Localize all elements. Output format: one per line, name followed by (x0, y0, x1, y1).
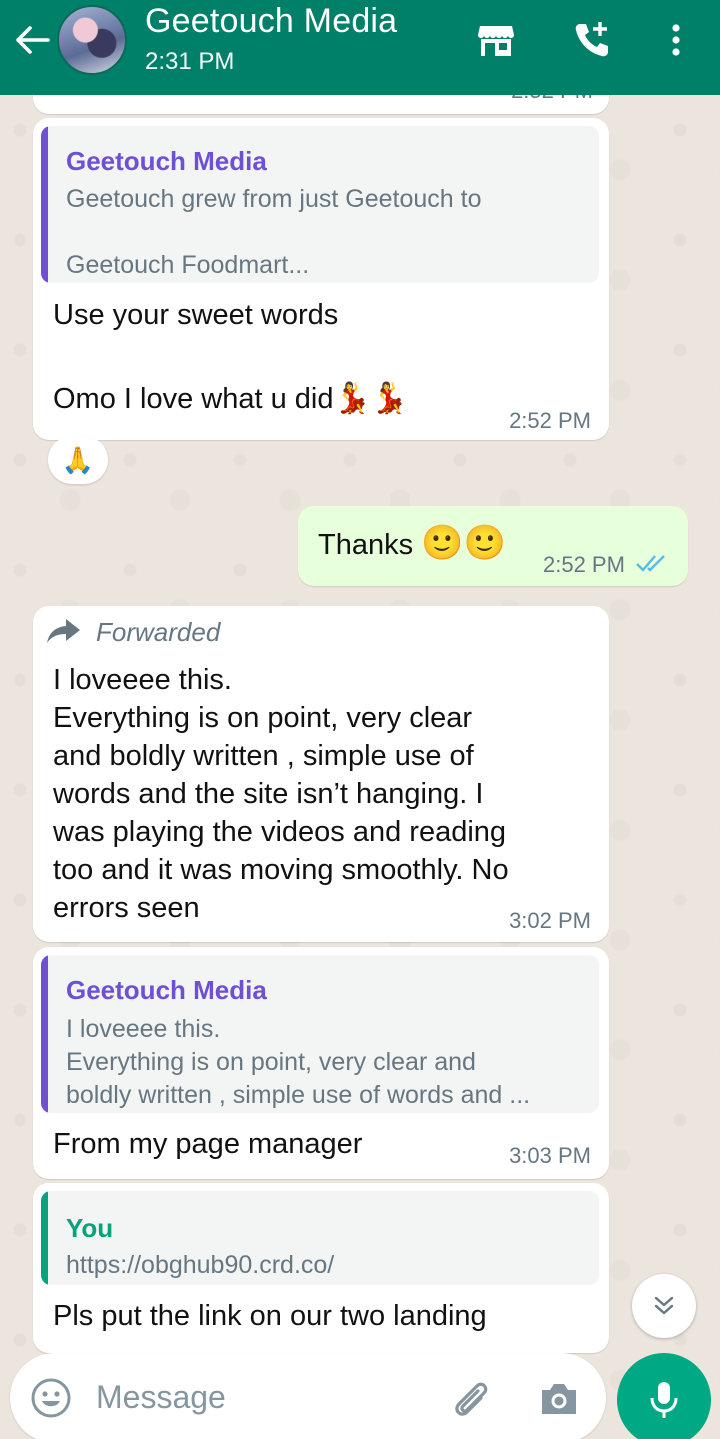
quote-accent-bar (41, 126, 48, 283)
quoted-message[interactable]: You https://obghub90.crd.co/ (41, 1191, 599, 1285)
contact-name[interactable]: Geetouch Media (145, 2, 397, 41)
chat-area[interactable]: 2:52 PM Geetouch Media Geetouch grew fro… (0, 0, 720, 1439)
message-bubble-incoming[interactable]: You https://obghub90.crd.co/ Pls put the… (33, 1183, 609, 1353)
quote-accent-bar (41, 1191, 48, 1285)
forward-arrow-icon (46, 616, 82, 646)
mic-button[interactable] (617, 1353, 711, 1439)
double-check-icon (635, 552, 669, 574)
quote-link[interactable]: https://obghub90.crd.co/ (66, 1249, 334, 1282)
message-text-line: Thanks (318, 529, 414, 561)
message-bubble-incoming[interactable]: Geetouch Media Geetouch grew from just G… (33, 118, 609, 440)
forwarded-text: Forwarded (96, 617, 221, 647)
message-text: Omo I love what u did💃💃 (53, 380, 408, 418)
dancer-emoji: 💃💃 (333, 382, 409, 415)
last-seen-status: 2:31 PM (145, 48, 235, 75)
quoted-message[interactable]: Geetouch Media I loveeee this. Everythin… (41, 955, 599, 1113)
message-text: Pls put the link on our two landing (53, 1300, 487, 1332)
quoted-message[interactable]: Geetouch Media Geetouch grew from just G… (41, 126, 599, 283)
quote-author: Geetouch Media (66, 146, 267, 176)
scroll-to-bottom-button[interactable] (632, 1274, 696, 1338)
quote-accent-bar (41, 955, 48, 1113)
message-input[interactable]: Message (96, 1379, 226, 1416)
paperclip-icon[interactable] (448, 1377, 492, 1421)
message-time: 3:02 PM (509, 908, 591, 933)
chat-header: Geetouch Media 2:31 PM (0, 0, 720, 95)
message-bubble-incoming[interactable]: Geetouch Media I loveeee this. Everythin… (33, 947, 609, 1179)
message-input-box[interactable]: Message (10, 1353, 606, 1439)
quote-text: I loveeee this. Everything is on point, … (66, 1015, 531, 1109)
emoji-icon[interactable] (30, 1377, 72, 1419)
message-text-line: Omo I love what u did (53, 383, 334, 415)
message-text: Thanks 🙂🙂 (318, 524, 506, 564)
message-text: From my page manager (53, 1128, 363, 1160)
add-call-icon[interactable] (570, 18, 614, 62)
message-bubble-incoming[interactable]: I loveeee this. Everything is on point, … (33, 606, 609, 942)
chevron-double-down-icon (652, 1294, 676, 1318)
quote-author: Geetouch Media (66, 975, 267, 1005)
reaction-badge[interactable]: 🙏 (48, 436, 108, 484)
message-time: 2:52 PM (509, 408, 591, 433)
quote-text: Geetouch grew from just Geetouch to Geet… (66, 185, 482, 279)
avatar[interactable] (57, 5, 127, 75)
more-vert-icon[interactable] (654, 18, 698, 62)
message-text: I loveeee this. Everything is on point, … (53, 664, 509, 924)
mic-icon (648, 1380, 680, 1420)
message-bubble-outgoing[interactable]: Thanks 🙂🙂 2:52 PM (298, 506, 688, 586)
quote-author: You (66, 1213, 114, 1243)
store-icon[interactable] (474, 18, 518, 62)
smile-emoji: 🙂🙂 (421, 524, 506, 562)
message-time: 2:52 PM (543, 552, 625, 577)
message-text: Use your sweet words (53, 299, 339, 331)
arrow-left-icon[interactable] (12, 20, 52, 60)
camera-icon[interactable] (537, 1377, 581, 1421)
message-time: 3:03 PM (509, 1143, 591, 1168)
